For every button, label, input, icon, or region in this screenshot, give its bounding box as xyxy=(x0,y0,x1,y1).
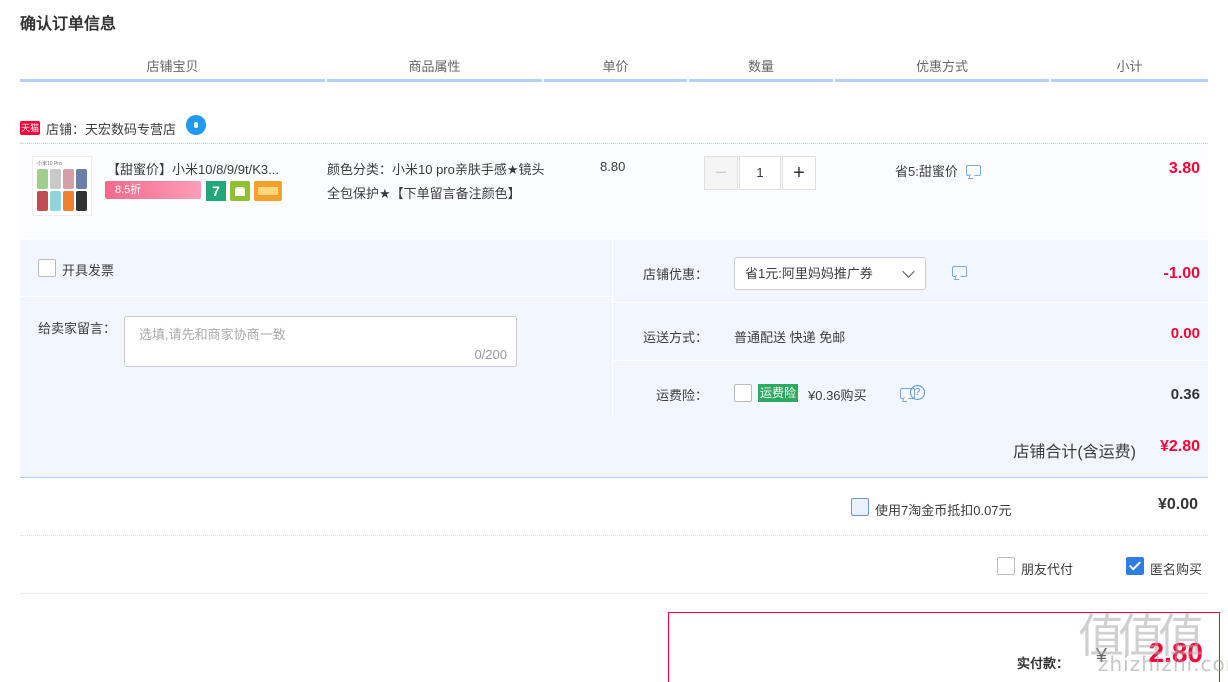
remark-char-counter: 0/200 xyxy=(474,347,507,362)
item-thumbnail[interactable]: 小米10 Pro xyxy=(32,156,92,216)
insurance-row: 运费险： 运费险 ¥0.36购买 ? 0.36 xyxy=(614,361,1208,416)
final-payment-box: 实付款： ¥ 2.80 xyxy=(668,612,1220,682)
order-options-panel: 开具发票 给卖家留言： 选填,请先和商家协商一致 0/200 店铺优惠： 省1元… xyxy=(20,240,1208,416)
item-attributes: 颜色分类：小米10 pro亲肤手感★镜头全包保护★【下单留言备注颜色】 xyxy=(327,162,545,201)
insurance-value: 0.36 xyxy=(1170,386,1200,403)
insurance-price: ¥0.36购买 xyxy=(808,388,867,403)
message-icon[interactable] xyxy=(952,266,967,277)
invoice-row: 开具发票 xyxy=(20,240,613,297)
coins-label[interactable]: 使用7淘金币抵扣0.07元 xyxy=(875,500,1012,519)
credit-card-icon xyxy=(254,181,282,201)
quantity-decrease-button[interactable]: − xyxy=(704,156,738,190)
column-unit-price: 单价 xyxy=(544,58,687,82)
friend-pay-label[interactable]: 朋友代付 xyxy=(1021,559,1073,578)
page-title: 确认订单信息 xyxy=(20,16,117,33)
item-subtotal: 3.80 xyxy=(1168,160,1200,177)
item-title[interactable]: 【甜蜜价】小米10/8/9/9t/K3... xyxy=(107,159,322,178)
column-attributes: 商品属性 xyxy=(327,58,542,82)
order-item-row: 小米10 Pro 【甜蜜价】小米10/8/9/9t/K3... 8.5折 7 颜… xyxy=(20,143,1208,239)
coins-value: ¥0.00 xyxy=(1157,496,1198,513)
column-discount: 优惠方式 xyxy=(835,58,1049,82)
shop-name[interactable]: 店铺：天宏数码专营店 xyxy=(46,119,176,138)
android-icon xyxy=(230,181,250,201)
column-shop-item: 店铺宝贝 xyxy=(20,58,325,82)
unit-price: 8.80 xyxy=(600,159,626,174)
discount-promo-badge: 8.5折 xyxy=(105,181,201,199)
seven-day-return-icon: 7 xyxy=(206,181,226,201)
seller-remark-input[interactable]: 选填,请先和商家协商一致 0/200 xyxy=(124,316,517,367)
case-swatch xyxy=(37,191,48,211)
insurance-label: 运费险： xyxy=(655,388,708,403)
coupon-selected-value: 省1元:阿里妈妈推广券 xyxy=(745,266,873,281)
shop-total-row: 店铺合计(含运费) ¥2.80 xyxy=(20,416,1208,478)
friend-pay-checkbox[interactable] xyxy=(997,557,1015,575)
shop-total-label: 店铺合计(含运费) xyxy=(1013,444,1136,461)
shipping-value: 0.00 xyxy=(1170,325,1200,342)
coupon-select[interactable]: 省1元:阿里妈妈推广券 xyxy=(734,257,926,290)
invoice-label[interactable]: 开具发票 xyxy=(62,260,114,279)
case-swatch xyxy=(63,169,74,189)
case-swatch xyxy=(50,191,61,211)
item-discount-text: 省5:甜蜜价 xyxy=(895,164,958,179)
final-payment-value: 2.80 xyxy=(1148,637,1204,668)
tmall-icon: 天猫 xyxy=(20,121,40,135)
quantity-input[interactable]: 1 xyxy=(739,156,781,190)
column-header: 店铺宝贝 商品属性 单价 数量 优惠方式 小计 xyxy=(20,58,1208,82)
message-icon[interactable] xyxy=(965,165,981,176)
shipping-row: 运送方式： 普通配送 快递 免邮 0.00 xyxy=(614,303,1208,361)
shipping-label: 运送方式： xyxy=(642,330,708,345)
shop-info: 天猫 店铺：天宏数码专营店 xyxy=(20,115,207,140)
shop-discount-label: 店铺优惠： xyxy=(642,267,708,282)
options-right: 店铺优惠： 省1元:阿里妈妈推广券 -1.00 运送方式： 普通配送 快递 免邮… xyxy=(614,240,1208,416)
case-swatch xyxy=(63,191,74,211)
column-subtotal: 小计 xyxy=(1051,58,1208,82)
final-payment-label: 实付款： xyxy=(1016,656,1069,671)
anonymous-label[interactable]: 匿名购买 xyxy=(1150,559,1202,578)
case-swatch xyxy=(37,169,48,189)
options-left: 开具发票 给卖家留言： 选填,请先和商家协商一致 0/200 xyxy=(20,240,613,416)
insurance-checkbox[interactable] xyxy=(734,384,752,402)
shop-discount-row: 店铺优惠： 省1元:阿里妈妈推广券 -1.00 xyxy=(614,240,1208,303)
wangwang-chat-icon[interactable] xyxy=(186,115,207,135)
case-swatch xyxy=(76,191,87,211)
help-icon[interactable]: ? xyxy=(910,385,925,400)
quantity-increase-button[interactable]: + xyxy=(782,156,816,190)
case-swatch xyxy=(50,169,61,189)
thumbnail-caption: 小米10 Pro xyxy=(37,161,62,167)
shipping-method: 普通配送 快递 免邮 xyxy=(734,330,846,345)
taojinbi-row: 使用7淘金币抵扣0.07元 ¥0.00 xyxy=(20,479,1208,536)
shop-total-value: ¥2.80 xyxy=(1159,438,1200,455)
final-currency-symbol: ¥ xyxy=(1095,645,1107,667)
invoice-checkbox[interactable] xyxy=(38,259,56,277)
coins-checkbox[interactable] xyxy=(851,498,869,516)
column-quantity: 数量 xyxy=(689,58,833,82)
remark-placeholder: 选填,请先和商家协商一致 xyxy=(139,327,286,342)
quantity-stepper: − 1 + xyxy=(704,156,816,190)
remark-label: 给卖家留言： xyxy=(38,321,117,336)
shop-discount-value: -1.00 xyxy=(1163,265,1200,282)
item-discount: 省5:甜蜜价 xyxy=(895,161,981,180)
payment-options-row: 朋友代付 匿名购买 xyxy=(20,537,1208,594)
insurance-badge: 运费险 xyxy=(758,384,799,402)
case-swatch xyxy=(76,169,87,189)
chevron-down-icon xyxy=(902,265,915,278)
